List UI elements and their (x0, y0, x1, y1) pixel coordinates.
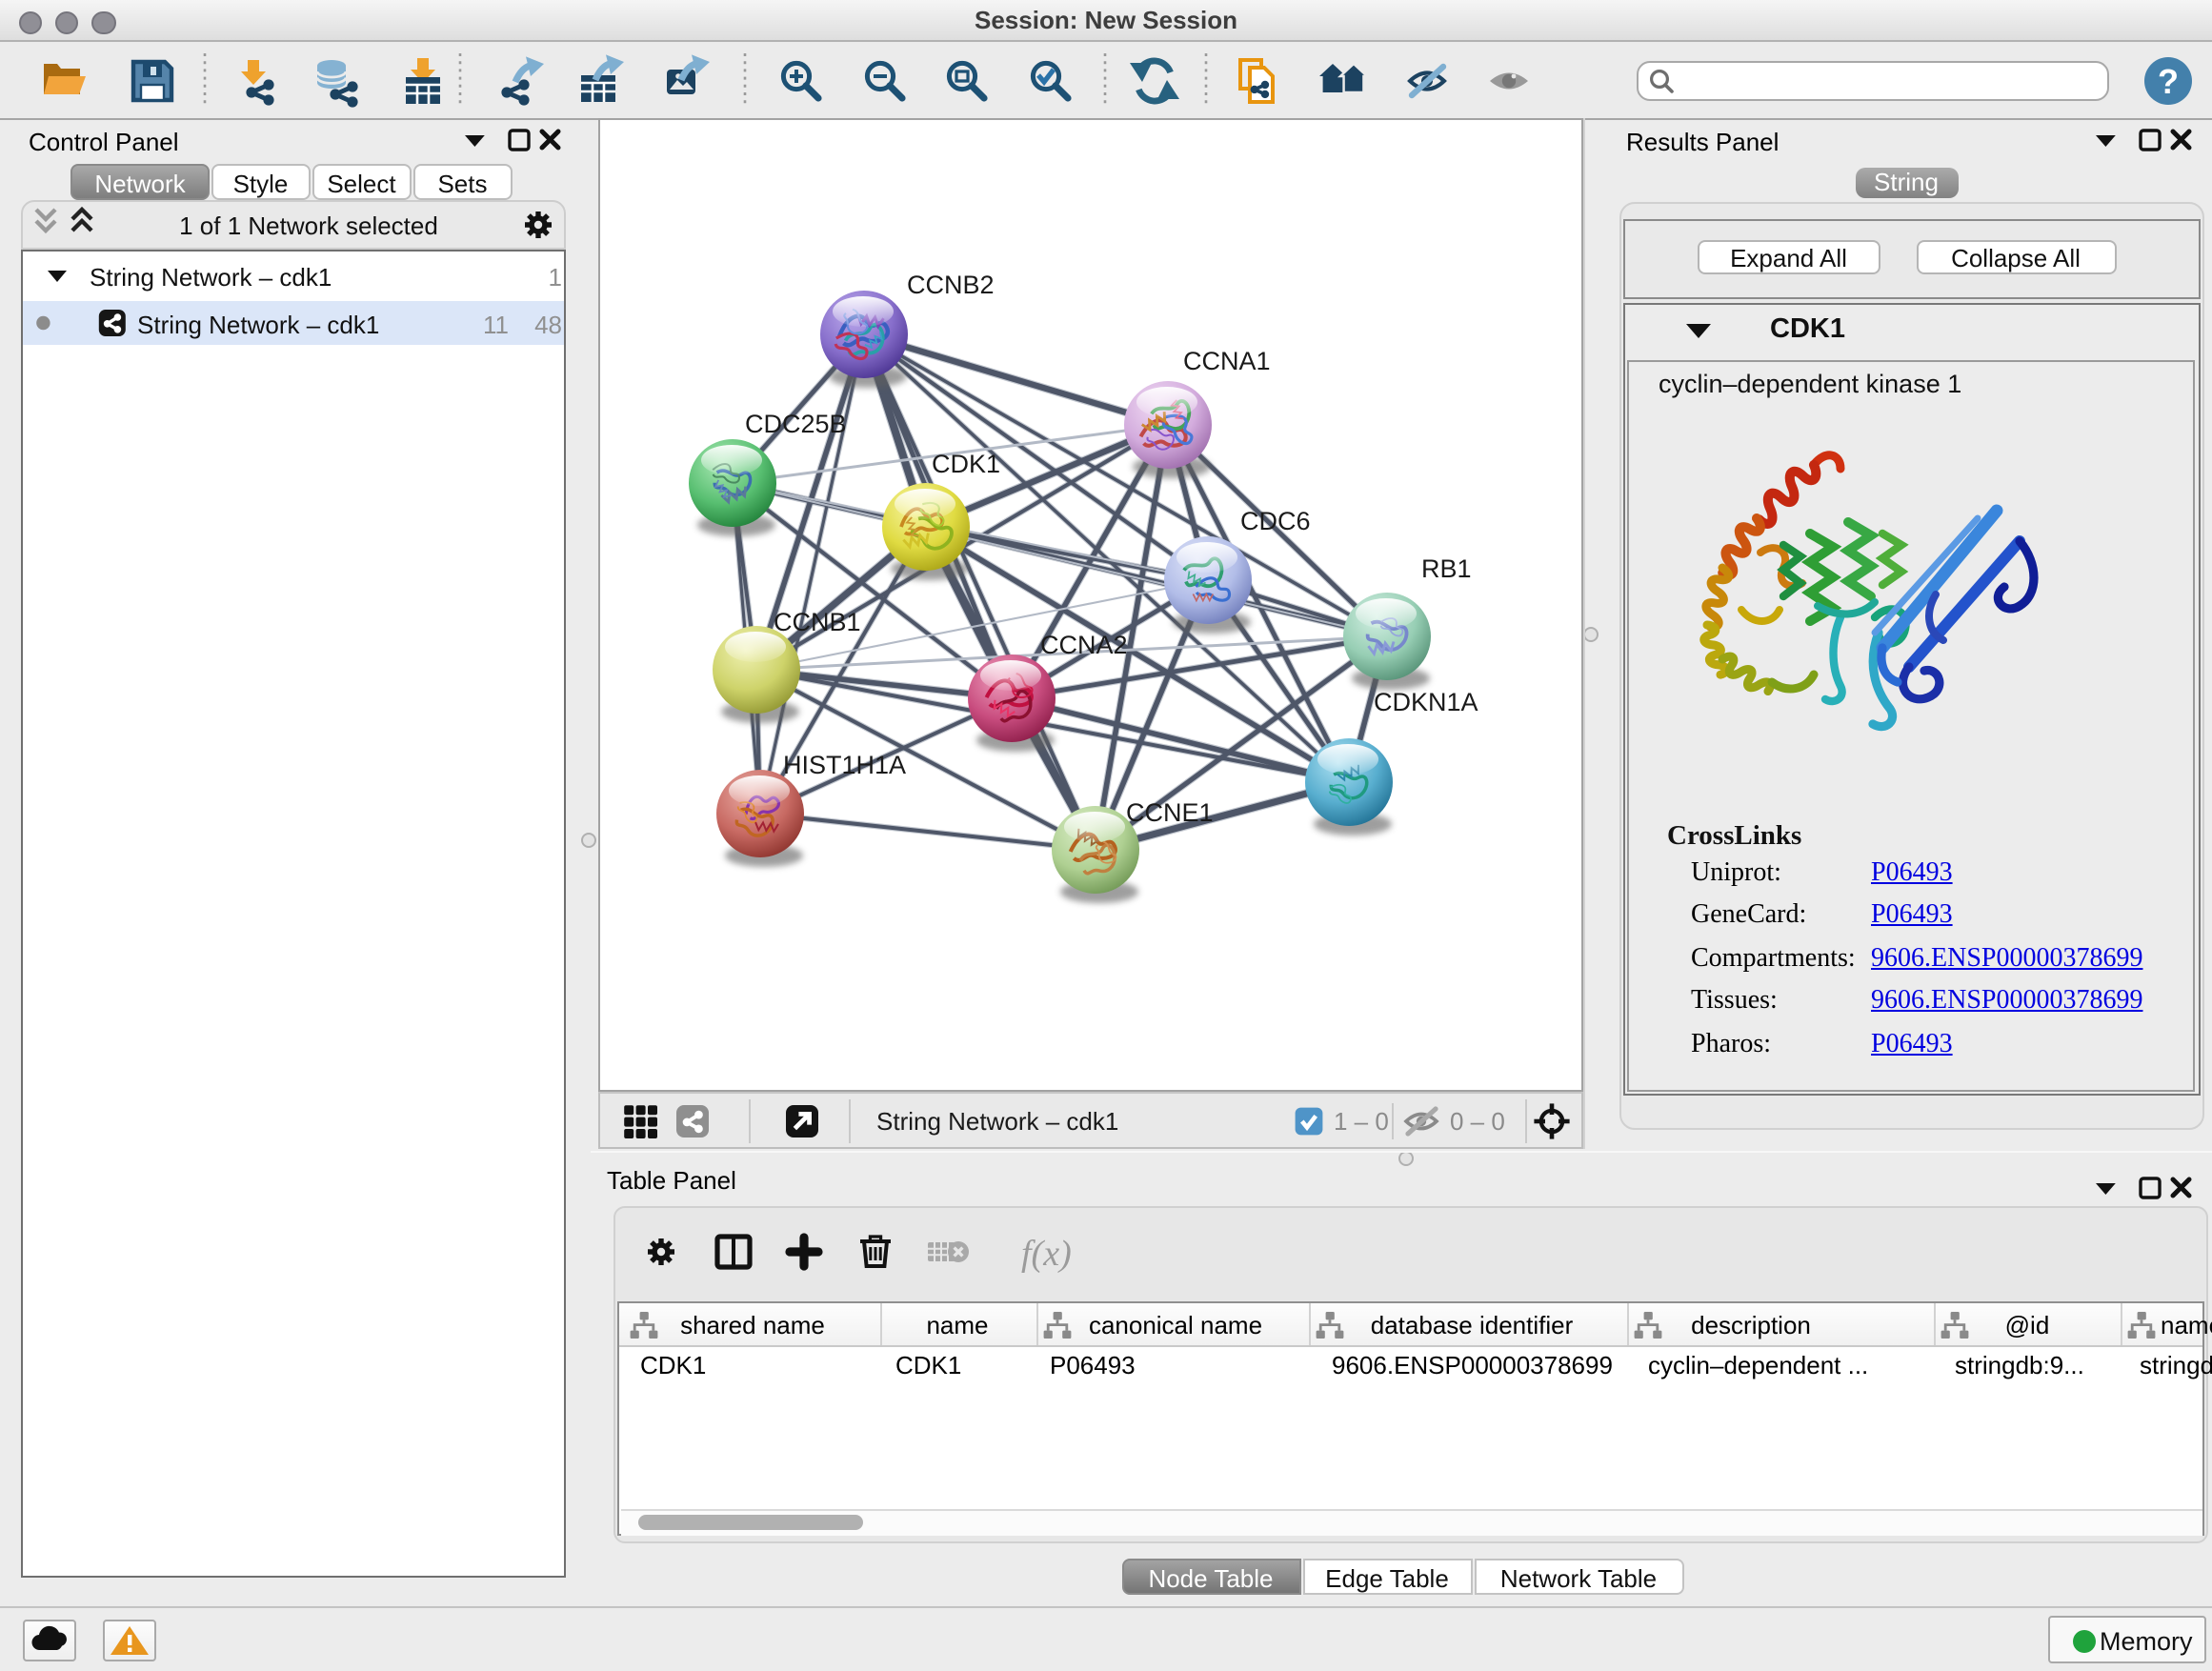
svg-text:RB1: RB1 (1421, 554, 1472, 582)
svg-text:HIST1H1A: HIST1H1A (783, 750, 906, 778)
svg-text:CCNB2: CCNB2 (907, 270, 995, 298)
svg-text:CDKN1A: CDKN1A (1374, 687, 1478, 715)
svg-text:CDC25B: CDC25B (745, 409, 847, 437)
svg-text:CCNA1: CCNA1 (1183, 346, 1271, 374)
svg-text:?: ? (2158, 62, 2179, 101)
svg-text:f(x): f(x) (1020, 1234, 1071, 1274)
svg-text:CCNB1: CCNB1 (774, 607, 861, 635)
svg-text:CDK1: CDK1 (932, 449, 1000, 477)
svg-text:CDC6: CDC6 (1240, 506, 1311, 534)
svg-text:CCNE1: CCNE1 (1126, 797, 1214, 826)
svg-text:CCNA2: CCNA2 (1040, 630, 1128, 658)
